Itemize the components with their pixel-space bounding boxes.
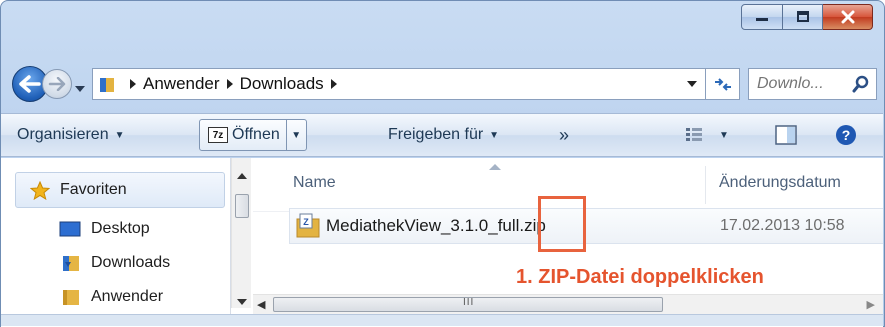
sidebar-item-label: Desktop bbox=[91, 220, 150, 237]
window-bottom-edge bbox=[1, 314, 883, 326]
forward-arrow-icon bbox=[48, 77, 66, 91]
refresh-button[interactable] bbox=[706, 68, 740, 100]
scrollbar-grip: III bbox=[463, 297, 475, 308]
maximize-button[interactable] bbox=[783, 4, 823, 30]
minimize-icon bbox=[756, 18, 768, 21]
downloads-folder-icon bbox=[63, 256, 79, 271]
help-icon: ? bbox=[836, 125, 856, 145]
caption-buttons bbox=[741, 4, 873, 30]
sidebar-item-label: Anwender bbox=[91, 288, 164, 305]
navigation-pane: Favoriten Desktop Downloads Anwender bbox=[1, 158, 231, 322]
column-header-date[interactable]: Änderungsdatum bbox=[719, 174, 841, 192]
preview-pane-button[interactable] bbox=[775, 114, 797, 156]
maximize-icon bbox=[796, 11, 809, 22]
address-dropdown-icon[interactable] bbox=[687, 80, 697, 88]
content-area: Favoriten Desktop Downloads Anwender Nam… bbox=[1, 158, 883, 327]
help-button[interactable]: ? bbox=[835, 114, 857, 156]
column-header-name[interactable]: Name bbox=[293, 174, 336, 192]
annotation-highlight-box bbox=[538, 196, 586, 252]
scroll-up-icon[interactable] bbox=[237, 172, 247, 180]
7zip-icon: 7z bbox=[208, 127, 228, 143]
preview-pane-icon bbox=[775, 125, 797, 145]
organize-label: Organisieren bbox=[17, 126, 109, 143]
scroll-left-icon[interactable]: ◀ bbox=[257, 298, 265, 311]
chevron-down-icon: ▼ bbox=[489, 129, 500, 141]
details-view-icon bbox=[686, 128, 702, 141]
close-icon bbox=[841, 10, 854, 24]
open-button[interactable]: 7z Öffnen ▼ bbox=[199, 119, 307, 151]
chevron-down-icon: ▼ bbox=[114, 129, 125, 141]
horizontal-scrollbar[interactable]: ◀ III ▶ bbox=[253, 294, 883, 314]
open-label: Öffnen bbox=[232, 126, 280, 143]
user-folder-icon bbox=[63, 290, 79, 305]
breadcrumb-separator-icon[interactable] bbox=[330, 79, 338, 89]
svg-text:?: ? bbox=[842, 127, 851, 143]
share-menu[interactable]: Freigeben für ▼ bbox=[388, 114, 499, 156]
column-divider[interactable] bbox=[705, 166, 706, 204]
sidebar-item-label: Downloads bbox=[91, 254, 171, 271]
organize-menu[interactable]: Organisieren ▼ bbox=[17, 114, 125, 156]
file-name[interactable]: MediathekView_3.1.0_full.zip bbox=[326, 216, 546, 236]
chevron-down-icon: ▼ bbox=[719, 129, 729, 141]
sidebar-scrollbar[interactable] bbox=[231, 158, 251, 308]
minimize-button[interactable] bbox=[741, 4, 783, 30]
more-label: » bbox=[559, 124, 570, 145]
command-bar: Organisieren ▼ 7z Öffnen ▼ Freigeben für… bbox=[1, 113, 883, 157]
breadcrumb-separator-icon[interactable] bbox=[226, 79, 234, 89]
chevron-down-icon bbox=[75, 86, 85, 92]
svg-text:Z: Z bbox=[303, 217, 309, 227]
annotation-label: 1. ZIP-Datei doppelklicken bbox=[516, 266, 764, 288]
sidebar-item-anwender[interactable]: Anwender bbox=[59, 288, 163, 306]
desktop-icon bbox=[59, 221, 81, 237]
scrollbar-thumb[interactable] bbox=[235, 194, 249, 218]
breadcrumb-separator-icon[interactable] bbox=[129, 79, 137, 89]
more-commands-button[interactable]: » bbox=[559, 114, 569, 156]
scroll-down-icon[interactable] bbox=[237, 298, 247, 306]
sidebar-item-label: Favoriten bbox=[60, 181, 127, 198]
breadcrumb-anwender[interactable]: Anwender bbox=[143, 74, 220, 94]
sidebar-item-desktop[interactable]: Desktop bbox=[59, 220, 150, 238]
close-button[interactable] bbox=[823, 4, 873, 30]
back-arrow-icon bbox=[19, 75, 41, 93]
search-box[interactable] bbox=[748, 68, 877, 100]
breadcrumb-downloads[interactable]: Downloads bbox=[240, 74, 324, 94]
forward-button[interactable] bbox=[42, 69, 72, 99]
address-bar[interactable]: Anwender Downloads bbox=[92, 68, 706, 100]
folder-icon bbox=[100, 78, 114, 92]
star-icon bbox=[30, 180, 50, 200]
open-dropdown-button[interactable]: ▼ bbox=[285, 120, 306, 150]
search-icon[interactable] bbox=[852, 75, 870, 93]
share-label: Freigeben für bbox=[388, 126, 484, 143]
zip-archive-icon: Z bbox=[296, 213, 320, 238]
scroll-right-icon[interactable]: ▶ bbox=[867, 298, 875, 311]
sort-ascending-icon bbox=[489, 164, 501, 170]
sidebar-item-favoriten[interactable]: Favoriten bbox=[15, 172, 225, 208]
sidebar-item-downloads[interactable]: Downloads bbox=[59, 254, 170, 272]
recent-pages-button[interactable] bbox=[74, 78, 86, 98]
file-row[interactable]: Z MediathekView_3.1.0_full.zip 17.02.201… bbox=[289, 208, 883, 244]
navigation-row: Anwender Downloads bbox=[12, 66, 877, 102]
search-input[interactable] bbox=[757, 75, 847, 93]
file-date: 17.02.2013 10:58 bbox=[720, 217, 845, 234]
view-options-button[interactable]: ▼ bbox=[685, 114, 729, 156]
refresh-icon bbox=[714, 78, 731, 91]
